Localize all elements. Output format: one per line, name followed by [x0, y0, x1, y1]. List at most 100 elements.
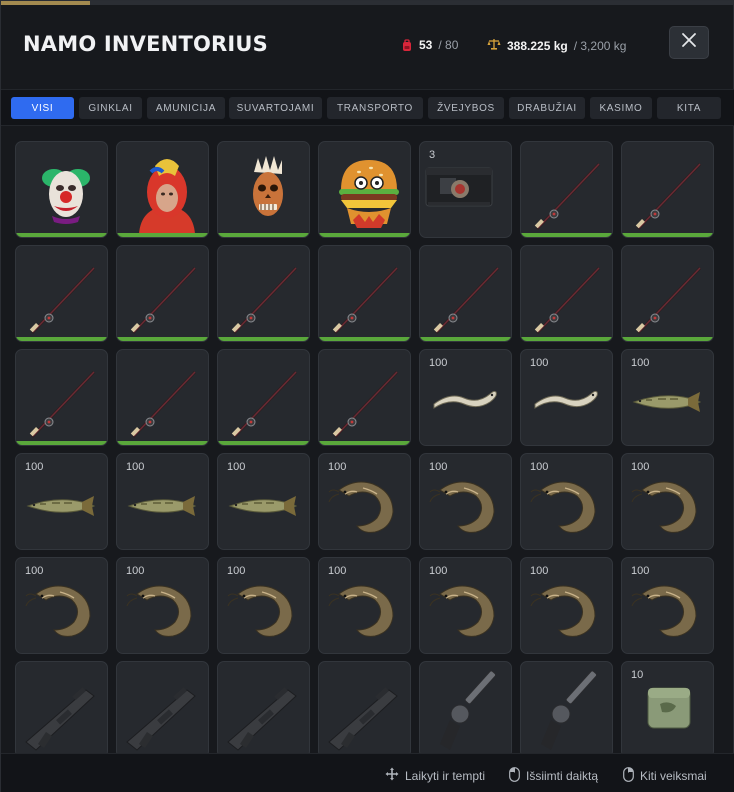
page-title: NAMO INVENTORIUS: [23, 32, 268, 56]
move-icon: [385, 767, 399, 784]
tab-category-5[interactable]: ŽVEJYBOS: [428, 97, 504, 119]
inventory-slot[interactable]: [217, 245, 310, 342]
durability-bar: [521, 233, 612, 237]
durability-bar: [319, 337, 410, 341]
inventory-slot[interactable]: [116, 245, 209, 342]
hint-more: Kiti veiksmai: [623, 767, 707, 785]
inventory-slot[interactable]: [116, 141, 209, 238]
inventory-slot[interactable]: 100: [116, 557, 209, 654]
item-count: 100: [530, 565, 549, 577]
durability-bar: [218, 233, 309, 237]
inventory-slot[interactable]: [116, 349, 209, 446]
durability-bar: [16, 233, 107, 237]
inventory-slot[interactable]: [419, 661, 512, 753]
inventory-slot[interactable]: 100: [318, 453, 411, 550]
item-count: 100: [126, 565, 145, 577]
inventory-slot[interactable]: [15, 349, 108, 446]
inventory-slot[interactable]: [621, 245, 714, 342]
fishing-rod-icon: [635, 162, 702, 231]
assault-rifle-icon: [227, 687, 297, 751]
weight-max: / 3,200 kg: [573, 38, 627, 53]
fishing-rod-icon: [635, 266, 702, 335]
inventory-slot[interactable]: [520, 245, 613, 342]
item-count: 100: [530, 357, 549, 369]
durability-bar: [622, 337, 713, 341]
inventory-slot[interactable]: [217, 141, 310, 238]
inventory-slot[interactable]: 100: [15, 453, 108, 550]
item-count: 100: [429, 357, 448, 369]
inventory-slot[interactable]: [318, 141, 411, 238]
inventory-slot[interactable]: [15, 661, 108, 753]
inventory-slot[interactable]: 100: [318, 557, 411, 654]
inventory-slot[interactable]: [217, 661, 310, 753]
inventory-slot[interactable]: 100: [419, 557, 512, 654]
inventory-slot[interactable]: 100: [621, 349, 714, 446]
durability-bar: [218, 337, 309, 341]
item-count: 100: [530, 461, 549, 473]
tab-category-8[interactable]: KITA: [657, 97, 721, 119]
item-count: 100: [227, 461, 246, 473]
inventory-slot[interactable]: 100: [621, 557, 714, 654]
inventory-slot[interactable]: 3: [419, 141, 512, 238]
hint-drag-label: Laikyti ir tempti: [405, 768, 486, 783]
durability-bar: [16, 337, 107, 341]
hint-drag: Laikyti ir tempti: [385, 767, 485, 784]
item-count: 100: [631, 461, 650, 473]
durability-bar: [117, 233, 208, 237]
item-count: 100: [25, 461, 44, 473]
inventory-slot[interactable]: 100: [15, 557, 108, 654]
inventory-slot[interactable]: [419, 245, 512, 342]
assault-rifle-icon: [328, 687, 398, 751]
durability-bar: [521, 337, 612, 341]
tab-category-3[interactable]: SUVARTOJAMI: [229, 97, 322, 119]
inventory-slot[interactable]: [116, 661, 209, 753]
inventory-slot[interactable]: [15, 141, 108, 238]
tab-category-2[interactable]: AMUNICIJA: [147, 97, 225, 119]
inventory-slot[interactable]: 100: [217, 557, 310, 654]
inventory-slot[interactable]: 100: [520, 453, 613, 550]
inventory-slot[interactable]: 100: [419, 453, 512, 550]
durability-bar: [218, 441, 309, 445]
inventory-slot[interactable]: [318, 661, 411, 753]
inventory-slot[interactable]: 100: [217, 453, 310, 550]
weight-counter: 388.225 kg / 3,200 kg: [487, 38, 626, 53]
hint-take: Išsiimti daiktą: [509, 767, 598, 785]
inventory-slot[interactable]: 10: [621, 661, 714, 753]
durability-bar: [319, 441, 410, 445]
inventory-slot[interactable]: [621, 141, 714, 238]
inventory-slot[interactable]: [318, 349, 411, 446]
slots-used: 53: [419, 38, 433, 52]
item-count: 100: [126, 461, 145, 473]
fishing-rod-icon: [534, 266, 601, 335]
skull-mask-icon: [253, 156, 283, 216]
inventory-slot[interactable]: 100: [419, 349, 512, 446]
tab-category-4[interactable]: TRANSPORTO: [327, 97, 423, 119]
item-count: 10: [631, 669, 644, 681]
inventory-window: NAMO INVENTORIUS 53 / 80 388.225 kg / 3,…: [0, 0, 734, 792]
inventory-slot[interactable]: [520, 661, 613, 753]
inventory-slot[interactable]: [318, 245, 411, 342]
assault-rifle-icon: [126, 687, 196, 751]
fishing-rod-icon: [534, 162, 601, 231]
close-icon: [681, 32, 697, 53]
inventory-slot[interactable]: 100: [621, 453, 714, 550]
close-button[interactable]: [669, 26, 709, 59]
fishing-rod-icon: [29, 266, 96, 335]
inventory-slot[interactable]: [217, 349, 310, 446]
inventory-slot[interactable]: [15, 245, 108, 342]
tab-category-1[interactable]: GINKLAI: [79, 97, 142, 119]
tab-all[interactable]: VISI: [11, 97, 74, 119]
durability-bar: [16, 441, 107, 445]
tab-category-7[interactable]: KASIMO: [590, 97, 652, 119]
durability-bar: [319, 233, 410, 237]
inventory-slot[interactable]: 100: [520, 349, 613, 446]
inventory-slot[interactable]: 100: [520, 557, 613, 654]
inventory-slot[interactable]: 100: [116, 453, 209, 550]
item-count: 100: [328, 461, 347, 473]
item-count: 100: [429, 565, 448, 577]
tab-category-6[interactable]: DRABUŽIAI: [509, 97, 585, 119]
fishing-rod-icon: [130, 266, 197, 335]
scale-icon: [487, 38, 501, 53]
slots-max: / 80: [438, 38, 459, 52]
inventory-slot[interactable]: [520, 141, 613, 238]
